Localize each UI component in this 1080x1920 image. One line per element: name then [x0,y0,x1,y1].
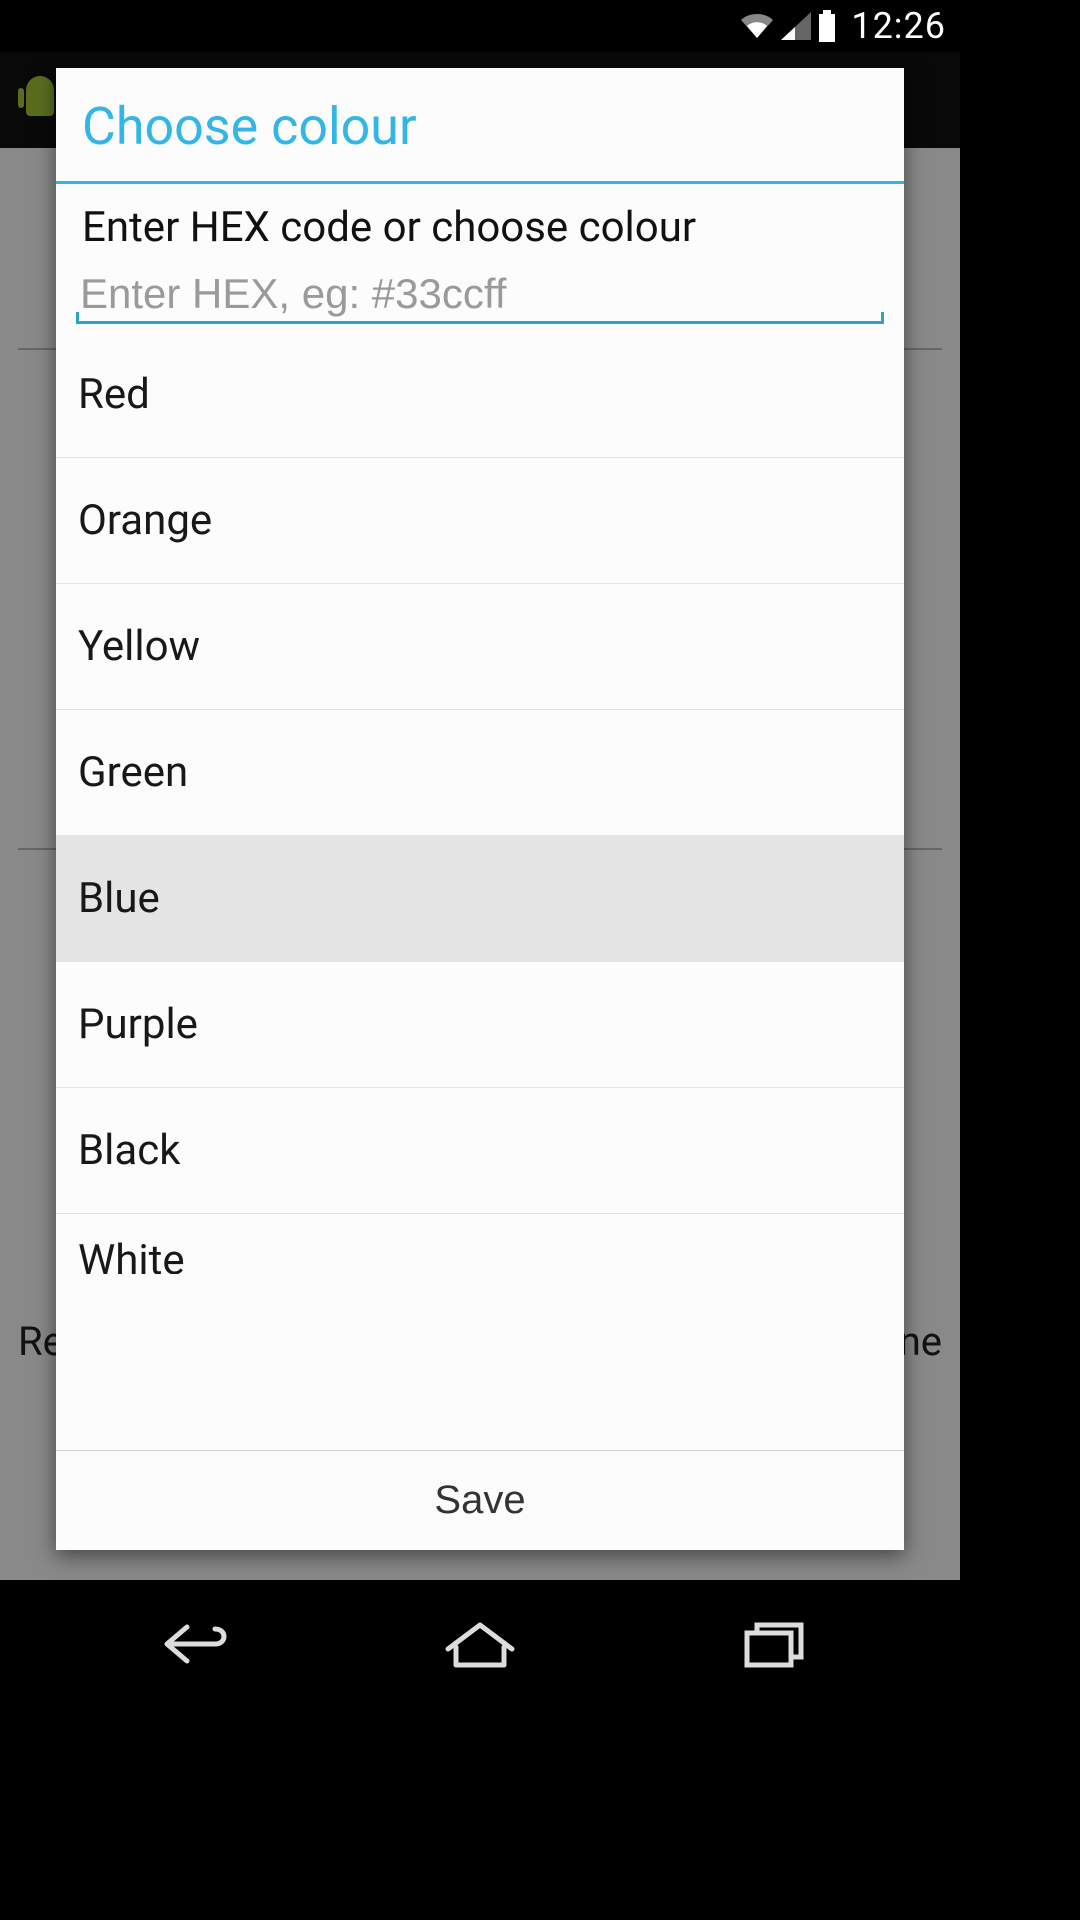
navigation-bar [0,1580,960,1708]
cell-signal-icon [781,12,811,40]
back-icon [137,1617,237,1671]
colour-option-label: Orange [78,496,212,545]
colour-option-purple[interactable]: Purple [56,962,904,1088]
hex-input[interactable] [76,268,884,328]
back-button[interactable] [107,1604,267,1684]
colour-option-label: Green [78,748,188,797]
colour-option-label: Yellow [78,622,200,671]
wifi-icon [739,12,775,40]
home-button[interactable] [400,1604,560,1684]
colour-option-label: Black [78,1126,181,1175]
save-button[interactable]: Save [56,1451,904,1550]
dialog-title: Choose colour [56,68,904,181]
battery-icon [817,10,837,42]
colour-option-orange[interactable]: Orange [56,458,904,584]
colour-option-blue[interactable]: Blue [56,836,904,962]
recents-button[interactable] [693,1604,853,1684]
colour-option-label: Blue [78,874,160,923]
hex-input-wrap [76,268,884,324]
dialog-instruction: Enter HEX code or choose colour [56,184,904,256]
colour-option-label: White [78,1236,185,1274]
colour-option-green[interactable]: Green [56,710,904,836]
status-clock: 12:26 [851,5,946,47]
colour-list[interactable]: Red Orange Yellow Green Blue Purple Blac… [56,332,904,1450]
dialog-footer: Save [56,1450,904,1550]
colour-option-label: Purple [78,1000,198,1049]
colour-option-yellow[interactable]: Yellow [56,584,904,710]
home-icon [440,1617,520,1671]
status-bar: 12:26 [0,0,960,52]
colour-option-label: Red [78,370,150,419]
choose-colour-dialog: Choose colour Enter HEX code or choose c… [56,68,904,1550]
dialog-body: Enter HEX code or choose colour Red Oran… [56,184,904,1450]
recents-icon [733,1617,813,1671]
colour-option-black[interactable]: Black [56,1088,904,1214]
colour-option-red[interactable]: Red [56,332,904,458]
colour-option-white[interactable]: White [56,1214,904,1274]
